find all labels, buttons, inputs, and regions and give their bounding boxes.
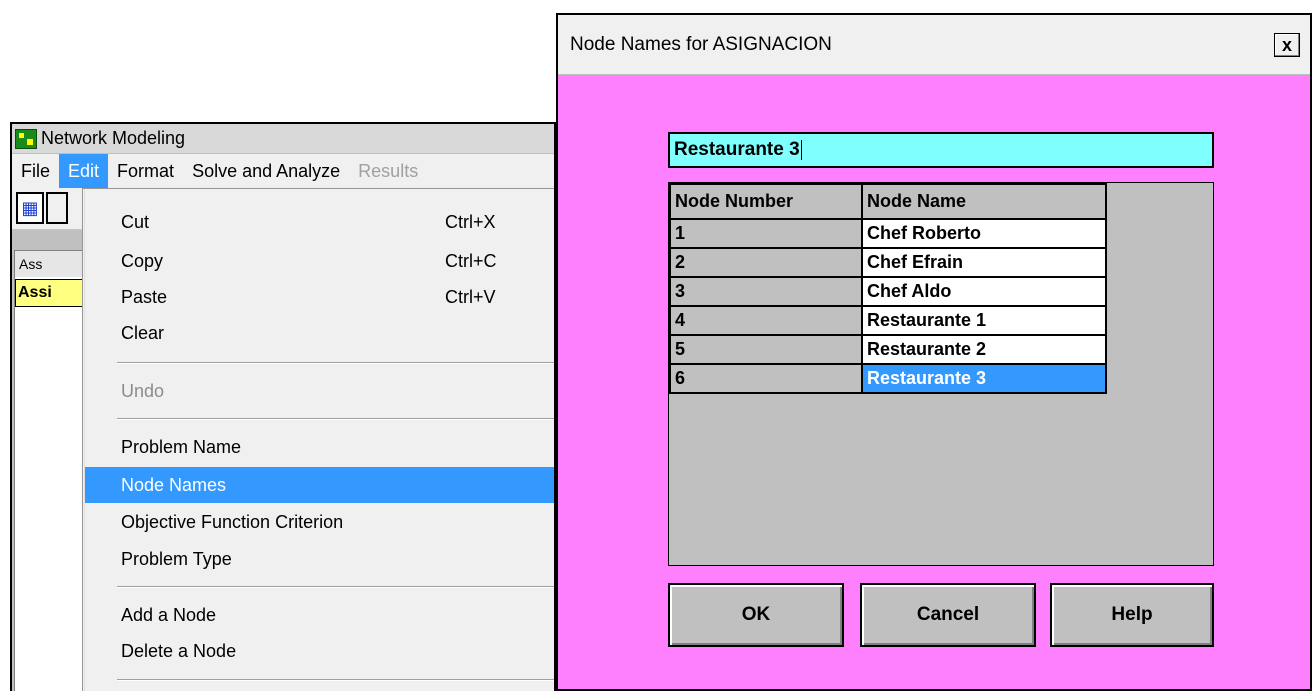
node-name-cell[interactable]: Chef Aldo [861,276,1107,307]
text-caret [800,139,802,160]
menu-bar: File Edit Format Solve and Analyze Resul… [12,154,554,188]
dialog-title-bar: Node Names for ASIGNACION x [558,15,1310,75]
table-row: 3 Chef Aldo [669,276,1107,307]
table-row: 6 Restaurante 3 [669,363,1107,394]
menu-item-copy[interactable]: Copy Ctrl+C [85,243,554,279]
menu-item-problem-name[interactable]: Problem Name [85,429,554,465]
menu-separator [117,679,554,681]
node-number-cell: 5 [669,334,863,365]
menu-item-copy-shortcut: Ctrl+C [445,251,497,271]
menu-item-node-names[interactable]: Node Names [85,467,554,503]
dialog-body: Restaurante 3 Node Number Node Name 1 Ch… [558,75,1310,689]
menu-item-cut-label: Cut [121,212,150,232]
edit-dropdown-menu: Cut Ctrl+X Copy Ctrl+C Paste Ctrl+V Clea… [82,188,554,691]
node-name-cell[interactable]: Restaurante 2 [861,334,1107,365]
node-names-grid: Node Number Node Name 1 Chef Roberto 2 C… [668,182,1214,566]
menu-item-paste-label: Paste [121,287,168,307]
menu-separator [117,362,554,364]
menu-item-undo-label: Undo [121,381,165,401]
menu-format[interactable]: Format [108,154,183,188]
node-name-cell-selected[interactable]: Restaurante 3 [861,363,1107,394]
header-node-number: Node Number [669,183,863,220]
menu-item-problem-type[interactable]: Problem Type [85,541,554,577]
menu-item-cut-shortcut: Ctrl+X [445,212,496,232]
window-title: Network Modeling [41,128,186,148]
node-names-dialog: Node Names for ASIGNACION x Restaurante … [556,13,1312,691]
node-number-cell: 3 [669,276,863,307]
app-icon [15,128,37,149]
menu-item-delete-node-label: Delete a Node [121,641,237,661]
menu-item-clear-label: Clear [121,323,165,343]
menu-separator [117,586,554,588]
header-node-name: Node Name [861,183,1107,220]
node-name-edit-value: Restaurante 3 [674,139,800,160]
menu-item-add-node-label: Add a Node [121,605,217,625]
menu-item-problem-name-label: Problem Name [121,437,242,457]
network-modeling-window: Network Modeling File Edit Format Solve … [10,122,556,691]
menu-item-paste-shortcut: Ctrl+V [445,287,496,307]
node-names-table: Node Number Node Name 1 Chef Roberto 2 C… [669,183,1107,394]
window-title-bar: Network Modeling [12,124,554,154]
node-name-edit-field[interactable]: Restaurante 3 [668,132,1214,168]
table-header-row: Node Number Node Name [669,183,1107,220]
menu-item-objective-function-criterion[interactable]: Objective Function Criterion [85,504,554,540]
dialog-title: Node Names for ASIGNACION [570,34,832,55]
menu-item-problem-type-label: Problem Type [121,549,232,569]
menu-item-paste[interactable]: Paste Ctrl+V [85,279,554,315]
table-row: 5 Restaurante 2 [669,334,1107,365]
menu-item-undo[interactable]: Undo [85,373,554,409]
table-row: 4 Restaurante 1 [669,305,1107,336]
node-number-cell: 4 [669,305,863,336]
menu-item-clear[interactable]: Clear [85,315,554,351]
close-icon[interactable]: x [1274,33,1300,57]
ok-button[interactable]: OK [668,583,844,647]
menu-separator [117,418,554,420]
toolbar-button[interactable] [46,192,68,224]
menu-item-cut[interactable]: Cut Ctrl+X [85,204,554,240]
menu-item-node-names-label: Node Names [121,475,227,495]
node-number-cell: 2 [669,247,863,278]
menu-item-delete-a-node[interactable]: Delete a Node [85,633,554,669]
table-row: 2 Chef Efrain [669,247,1107,278]
menu-item-objective-label: Objective Function Criterion [121,512,344,532]
menu-item-copy-label: Copy [121,251,164,271]
table-row: 1 Chef Roberto [669,218,1107,249]
node-number-cell: 6 [669,363,863,394]
grid-icon-button[interactable]: ▦ [16,192,44,224]
node-name-cell[interactable]: Chef Roberto [861,218,1107,249]
node-name-cell[interactable]: Restaurante 1 [861,305,1107,336]
cancel-button[interactable]: Cancel [860,583,1036,647]
menu-edit[interactable]: Edit [59,154,109,188]
menu-file[interactable]: File [12,154,59,188]
menu-item-add-a-node[interactable]: Add a Node [85,597,554,633]
node-number-cell: 1 [669,218,863,249]
help-button[interactable]: Help [1050,583,1214,647]
menu-results[interactable]: Results [349,154,427,188]
menu-solve-and-analyze[interactable]: Solve and Analyze [183,154,349,188]
node-name-cell[interactable]: Chef Efrain [861,247,1107,278]
